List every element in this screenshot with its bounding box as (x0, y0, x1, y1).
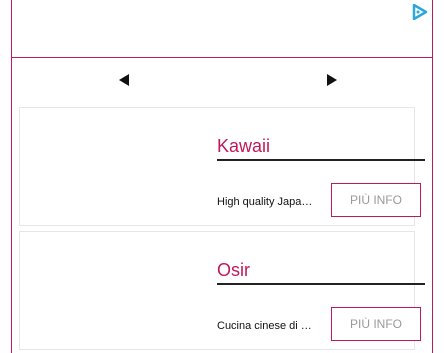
ad-card[interactable]: Kawaii High quality Japa… PIÙ INFO (19, 107, 425, 226)
arrow-left-icon[interactable] (117, 73, 131, 87)
arrow-right-icon[interactable] (325, 73, 339, 87)
more-info-button[interactable]: PIÙ INFO (331, 307, 421, 341)
card-title[interactable]: Osir (217, 260, 425, 285)
card-title[interactable]: Kawaii (217, 136, 425, 161)
more-info-button[interactable]: PIÙ INFO (331, 183, 421, 217)
card-description: Cucina cinese di … (217, 320, 312, 332)
card-description: High quality Japa… (217, 196, 313, 208)
ad-header (12, 0, 432, 58)
ad-card[interactable]: Osir Cucina cinese di … PIÙ INFO (19, 231, 425, 350)
adchoices-icon[interactable] (412, 4, 428, 20)
ad-frame: Kawaii High quality Japa… PIÙ INFO Osir … (11, 0, 433, 353)
